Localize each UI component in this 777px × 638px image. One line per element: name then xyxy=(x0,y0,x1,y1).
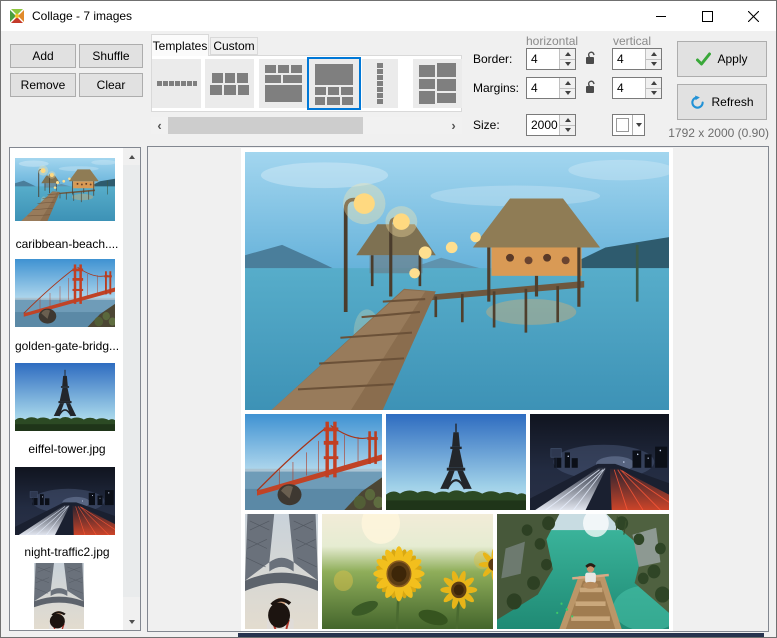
list-item-label[interactable]: night-traffic2.jpg xyxy=(12,545,122,559)
refresh-button[interactable]: Refresh xyxy=(677,84,767,120)
result-size-text: 1792 x 2000 (0.90) xyxy=(657,126,769,140)
list-item-thumbnail-eiffel-tower[interactable] xyxy=(15,363,115,431)
background-color-dropdown[interactable] xyxy=(612,114,645,136)
window-bottom-edge xyxy=(1,633,777,638)
check-icon xyxy=(696,52,711,66)
scroll-left-icon[interactable]: ‹ xyxy=(151,117,168,134)
list-item-label[interactable]: eiffel-tower.jpg xyxy=(12,442,122,456)
border-vertical-spinner[interactable] xyxy=(612,48,662,70)
tab-custom[interactable]: Custom xyxy=(210,37,258,55)
list-item-label[interactable]: caribbean-beach.... xyxy=(12,237,122,251)
minimize-icon xyxy=(656,11,667,22)
apply-label: Apply xyxy=(717,52,747,66)
horizontal-column-header: horizontal xyxy=(526,34,578,48)
collage-slot-eiffel-tower[interactable] xyxy=(386,414,526,510)
remove-button[interactable]: Remove xyxy=(10,73,76,97)
template-thumb-grid-3x2[interactable] xyxy=(205,59,254,108)
template-scrollbar-thumb[interactable] xyxy=(168,117,363,134)
close-button[interactable] xyxy=(730,1,776,31)
margins-horizontal-spinner[interactable] xyxy=(526,77,576,99)
app-window: Collage - 7 images Add Shuffle Remove Cl… xyxy=(0,0,777,638)
template-thumb-rows-over-large[interactable] xyxy=(259,59,308,108)
minimize-button[interactable] xyxy=(638,1,684,31)
image-list: caribbean-beach.... golden-gate-bridg...… xyxy=(9,147,141,631)
spin-down-icon[interactable] xyxy=(560,125,575,136)
margins-vertical-input[interactable] xyxy=(613,78,645,98)
image-list-scrollbar-thumb[interactable] xyxy=(123,165,140,597)
template-thumb-two-columns[interactable] xyxy=(413,59,462,108)
template-thumb-strip-vertical[interactable] xyxy=(362,59,398,108)
collage-slot-night-traffic[interactable] xyxy=(530,414,669,510)
spin-up-icon[interactable] xyxy=(560,115,575,125)
list-item-thumbnail-eiffel-girl[interactable] xyxy=(34,563,84,629)
collage-slot-boat[interactable] xyxy=(497,514,669,629)
refresh-label: Refresh xyxy=(711,95,753,109)
shuffle-button[interactable]: Shuffle xyxy=(79,44,143,68)
collage-slot-pier[interactable] xyxy=(245,152,669,410)
clear-button[interactable]: Clear xyxy=(79,73,143,97)
vertical-column-header: vertical xyxy=(613,34,651,48)
spin-down-icon[interactable] xyxy=(560,88,575,99)
scroll-down-icon[interactable] xyxy=(123,613,140,630)
border-label: Border: xyxy=(473,52,512,66)
collage-slot-eiffel-girl[interactable] xyxy=(245,514,318,629)
list-item-thumbnail-golden-gate[interactable] xyxy=(15,259,115,327)
color-swatch xyxy=(616,118,629,132)
app-icon xyxy=(9,8,25,24)
titlebar: Collage - 7 images xyxy=(1,1,776,31)
add-button[interactable]: Add xyxy=(10,44,76,68)
close-icon xyxy=(748,11,759,22)
collage-slot-golden-gate[interactable] xyxy=(245,414,382,510)
maximize-icon xyxy=(702,11,713,22)
border-horizontal-spinner[interactable] xyxy=(526,48,576,70)
template-thumb-large-over-rows[interactable] xyxy=(309,59,359,108)
margins-vertical-spinner[interactable] xyxy=(612,77,662,99)
tab-templates[interactable]: Templates xyxy=(151,34,209,56)
window-title: Collage - 7 images xyxy=(32,1,132,31)
maximize-button[interactable] xyxy=(684,1,730,31)
border-vertical-input[interactable] xyxy=(613,49,645,69)
spin-down-icon[interactable] xyxy=(560,59,575,70)
scroll-right-icon[interactable]: › xyxy=(445,117,462,134)
template-scrollbar[interactable]: ‹ › xyxy=(151,117,462,134)
margins-horizontal-input[interactable] xyxy=(527,78,559,98)
chevron-down-icon[interactable] xyxy=(632,115,644,135)
list-item-thumbnail-night-traffic[interactable] xyxy=(15,467,115,535)
border-horizontal-input[interactable] xyxy=(527,49,559,69)
collage-canvas[interactable] xyxy=(241,148,673,632)
margins-label: Margins: xyxy=(473,81,519,95)
spin-down-icon[interactable] xyxy=(646,88,661,99)
collage-slot-sunflowers[interactable] xyxy=(322,514,493,629)
scroll-up-icon[interactable] xyxy=(123,148,140,165)
template-thumb-strip-horizontal[interactable] xyxy=(152,59,201,108)
size-spinner[interactable] xyxy=(526,114,576,136)
size-label: Size: xyxy=(473,118,500,132)
border-link-lock-icon[interactable] xyxy=(585,51,597,65)
list-item-thumbnail-caribbean-beach[interactable] xyxy=(15,158,115,221)
image-list-scrollbar[interactable] xyxy=(123,148,140,630)
apply-button[interactable]: Apply xyxy=(677,41,767,77)
collage-preview-panel xyxy=(147,146,769,632)
spin-up-icon[interactable] xyxy=(560,78,575,88)
spin-down-icon[interactable] xyxy=(646,59,661,70)
spin-up-icon[interactable] xyxy=(560,49,575,59)
list-item-label[interactable]: golden-gate-bridg... xyxy=(12,339,122,353)
spin-up-icon[interactable] xyxy=(646,49,661,59)
spin-up-icon[interactable] xyxy=(646,78,661,88)
size-input[interactable] xyxy=(527,115,559,135)
refresh-icon xyxy=(690,95,705,110)
margins-link-lock-icon[interactable] xyxy=(585,80,597,94)
